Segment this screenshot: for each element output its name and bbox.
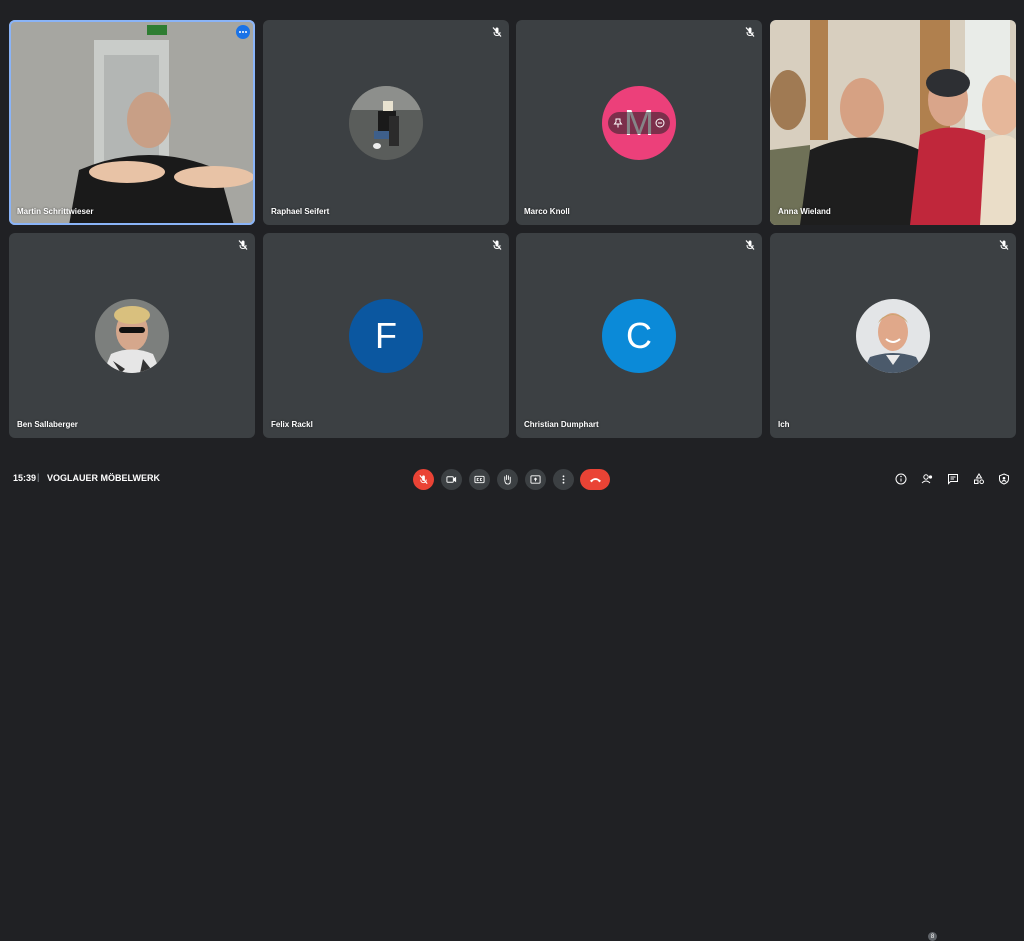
avatar	[95, 298, 169, 373]
raise-hand-button[interactable]	[497, 469, 518, 490]
participant-name: Marco Knoll	[524, 207, 570, 216]
participant-tile[interactable]: Martin Schrittwieser	[9, 20, 255, 225]
more-icon	[562, 475, 565, 484]
participant-video	[770, 20, 1016, 225]
info-icon	[895, 473, 907, 485]
chat-button[interactable]	[946, 472, 960, 486]
participant-name: Anna Wieland	[778, 207, 831, 216]
participant-tile[interactable]: M Marco Knoll	[516, 20, 762, 225]
present-icon	[530, 475, 541, 484]
people-button[interactable]	[920, 472, 934, 486]
avatar	[856, 298, 930, 373]
mic-off-icon	[745, 240, 755, 250]
present-screen-button[interactable]	[525, 469, 546, 490]
participant-tile[interactable]: Raphael Seifert	[263, 20, 509, 225]
camera-icon	[446, 476, 457, 483]
participant-name: Christian Dumphart	[524, 420, 599, 429]
mic-off-icon	[492, 27, 502, 37]
participant-count-badge: 8	[928, 932, 937, 941]
mic-off-icon	[238, 240, 248, 250]
participant-tile[interactable]: Ich	[770, 233, 1016, 438]
participant-tile[interactable]: Anna Wieland	[770, 20, 1016, 225]
meeting-details-button[interactable]	[894, 472, 908, 486]
bottom-toolbar: 15:39 | VOGLAUER MÖBELWERK 8	[0, 465, 1024, 941]
raise-hand-icon	[504, 474, 511, 485]
participant-name: Ich	[778, 420, 790, 429]
avatar	[349, 85, 423, 160]
toggle-camera-button[interactable]	[441, 469, 462, 490]
captions-icon	[474, 475, 485, 484]
end-call-icon	[589, 477, 601, 482]
participant-tile[interactable]: C Christian Dumphart	[516, 233, 762, 438]
participant-name: Martin Schrittwieser	[17, 207, 94, 216]
avatar: F	[349, 298, 423, 373]
avatar-initial: F	[375, 314, 397, 356]
meeting-clock: 15:39	[13, 473, 37, 483]
remove-participant-icon[interactable]	[655, 118, 665, 128]
pin-icon[interactable]	[613, 118, 623, 128]
mic-off-icon	[745, 27, 755, 37]
participant-tile[interactable]: Ben Sallaberger	[9, 233, 255, 438]
captions-button[interactable]	[469, 469, 490, 490]
separator: |	[37, 472, 40, 482]
tile-hover-controls	[608, 111, 670, 134]
speaking-indicator-icon	[236, 25, 250, 39]
mic-off-icon	[999, 240, 1009, 250]
activities-button[interactable]	[972, 472, 986, 486]
meeting-title: VOGLAUER MÖBELWERK	[47, 473, 161, 483]
leave-call-button[interactable]	[580, 469, 610, 490]
host-controls-icon	[999, 473, 1009, 485]
people-icon	[921, 474, 932, 484]
host-controls-button[interactable]	[997, 472, 1011, 486]
mic-off-icon	[419, 475, 428, 484]
avatar: C	[602, 298, 676, 373]
avatar-initial: C	[626, 314, 652, 356]
participant-name: Raphael Seifert	[271, 207, 330, 216]
participant-name: Ben Sallaberger	[17, 420, 78, 429]
mic-off-icon	[492, 240, 502, 250]
participant-tile[interactable]: F Felix Rackl	[263, 233, 509, 438]
activities-icon	[974, 473, 984, 484]
toggle-mic-button[interactable]	[413, 469, 434, 490]
more-options-button[interactable]	[553, 469, 574, 490]
participant-video	[9, 20, 255, 225]
participant-name: Felix Rackl	[271, 420, 313, 429]
chat-icon	[948, 474, 958, 485]
